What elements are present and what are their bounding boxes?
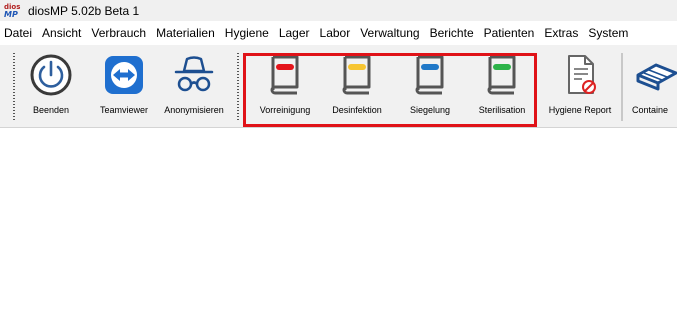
- menu-lager[interactable]: Lager: [274, 26, 315, 40]
- container-icon: [632, 51, 677, 99]
- anonymisieren-label: Anonymisieren: [164, 105, 224, 115]
- hygiene-report-label: Hygiene Report: [548, 105, 612, 115]
- content-area: [0, 128, 677, 326]
- menu-patienten[interactable]: Patienten: [479, 26, 540, 40]
- toolbar-separator: [621, 53, 623, 121]
- toolbar-grip[interactable]: [13, 53, 17, 121]
- menu-materialien[interactable]: Materialien: [151, 26, 220, 40]
- menu-extras[interactable]: Extras: [539, 26, 583, 40]
- beenden-button[interactable]: Beenden: [27, 51, 75, 121]
- container-button[interactable]: Containe: [632, 51, 677, 121]
- menu-berichte[interactable]: Berichte: [425, 26, 479, 40]
- teamviewer-label: Teamviewer: [99, 105, 148, 115]
- toolbar-grip-2[interactable]: [237, 53, 241, 121]
- power-icon: [26, 51, 76, 99]
- report-icon: [555, 51, 605, 99]
- spy-icon: [169, 51, 219, 99]
- menu-ansicht[interactable]: Ansicht: [37, 26, 86, 40]
- menu-datei[interactable]: Datei: [0, 26, 37, 40]
- container-label: Containe: [632, 105, 669, 115]
- hygiene-report-button[interactable]: Hygiene Report: [545, 51, 615, 121]
- menu-bar: Datei Ansicht Verbrauch Materialien Hygi…: [0, 21, 677, 45]
- menu-verwaltung[interactable]: Verwaltung: [355, 26, 424, 40]
- menu-labor[interactable]: Labor: [315, 26, 356, 40]
- beenden-label: Beenden: [32, 105, 70, 115]
- window-title: diosMP 5.02b Beta 1: [28, 3, 140, 18]
- app-logo: dios MP: [4, 3, 22, 19]
- highlight-frame: [243, 53, 537, 127]
- logo-text-bottom: MP: [4, 9, 18, 19]
- menu-hygiene[interactable]: Hygiene: [220, 26, 274, 40]
- menu-verbrauch[interactable]: Verbrauch: [86, 26, 151, 40]
- menu-system[interactable]: System: [583, 26, 633, 40]
- teamviewer-icon: [99, 51, 149, 99]
- title-bar: dios MP diosMP 5.02b Beta 1: [0, 0, 677, 21]
- anonymisieren-button[interactable]: Anonymisieren: [163, 51, 225, 121]
- teamviewer-button[interactable]: Teamviewer: [97, 51, 151, 121]
